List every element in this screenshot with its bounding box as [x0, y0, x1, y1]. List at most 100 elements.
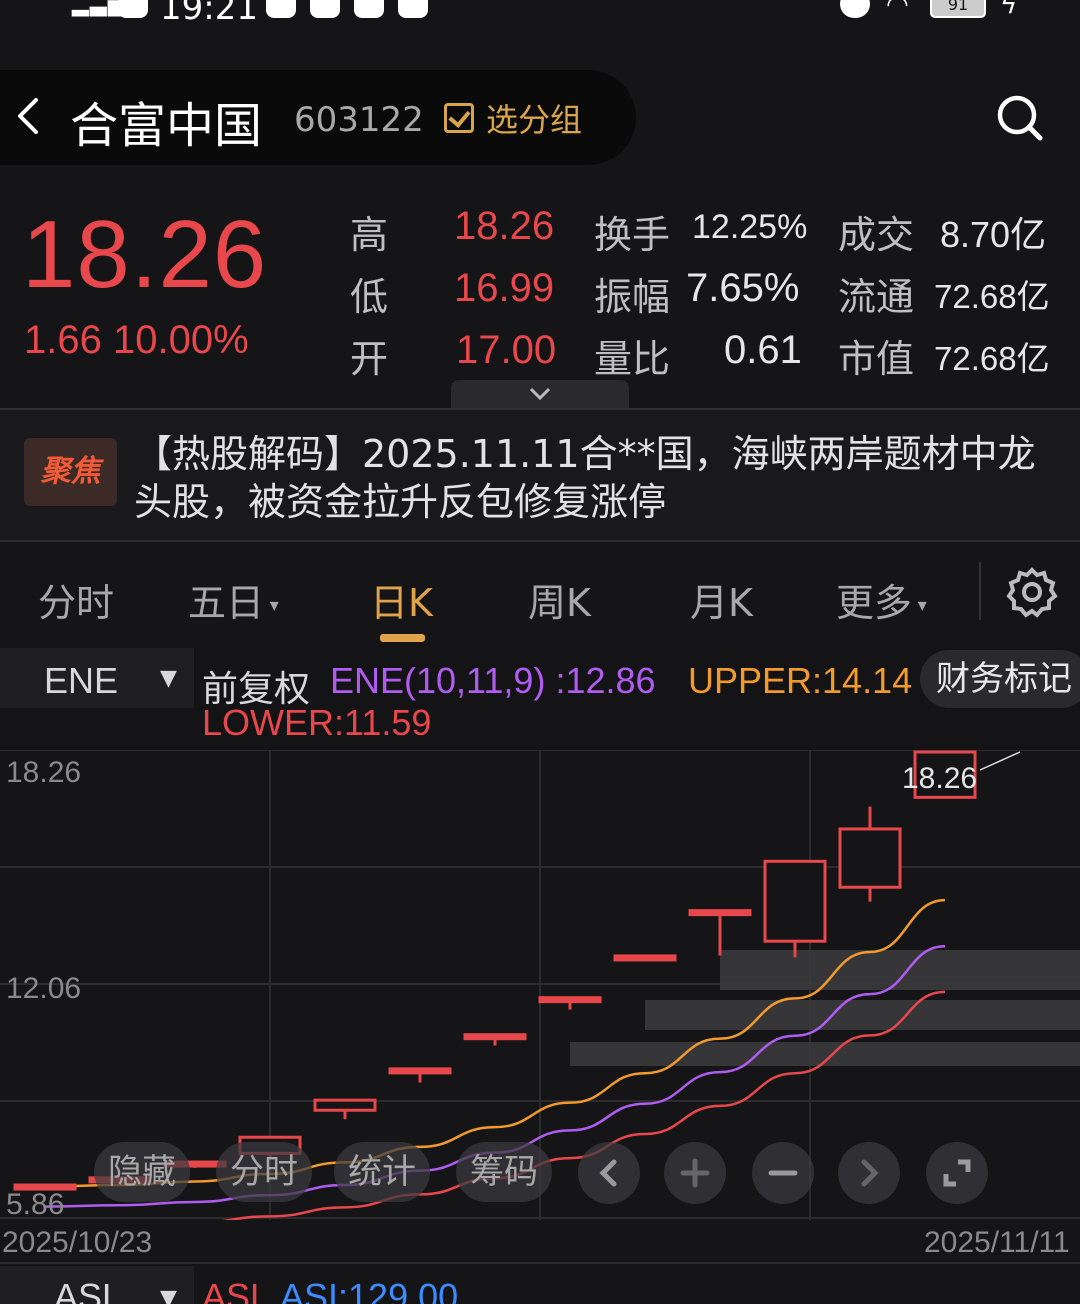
battery-icon: 91: [930, 0, 986, 18]
tab-more[interactable]: 更多 ▾: [836, 572, 927, 627]
x-label-start: 2025/10/23: [2, 1226, 153, 1259]
app-notification-icon: [118, 0, 148, 18]
upper-value: UPPER:14.14: [688, 660, 913, 701]
low-label: 低: [350, 275, 389, 319]
tab-weekly-k[interactable]: 周K: [528, 572, 591, 627]
chips-button[interactable]: 筹码: [456, 1142, 552, 1202]
wifi-icon: ◠: [886, 0, 909, 20]
candle-body: [538, 996, 602, 1004]
chat-notification-icon: [310, 0, 340, 18]
tab-intraday[interactable]: 分时: [38, 572, 114, 627]
y-tick-mid: 12.06: [6, 972, 82, 1005]
dropdown-arrow-icon: ▾: [264, 595, 279, 616]
tab-daily-k[interactable]: 日K: [370, 572, 433, 627]
candle-body: [838, 827, 902, 889]
alarm-icon: [840, 0, 870, 18]
volume-value: 8.70亿: [940, 214, 1047, 255]
divider: [0, 1262, 1080, 1264]
ene-value: ENE(10,11,9) :12.86: [330, 660, 656, 701]
volume-profile-bar: [645, 1000, 1080, 1030]
stock-name: 合富中国: [70, 98, 263, 154]
current-price: 18.26: [22, 201, 268, 308]
chevron-left-icon: [599, 1159, 617, 1187]
focus-badge: 聚焦: [24, 438, 117, 506]
high-price-label: 18.26: [902, 762, 978, 795]
y-tick-max: 18.26: [6, 756, 82, 789]
dropdown-arrow-icon: ▼: [160, 1286, 177, 1304]
asi-value: ASI:129.00: [280, 1276, 459, 1304]
active-tab-indicator: [380, 634, 425, 642]
tab-five-day[interactable]: 五日 ▾: [188, 572, 279, 627]
plus-icon: [680, 1158, 710, 1188]
charging-icon: ϟ: [1000, 0, 1018, 20]
fullscreen-button[interactable]: [926, 1142, 988, 1204]
stock-header: 合富中国 603122 选分组: [0, 70, 636, 165]
dropdown-arrow-icon: ▼: [160, 666, 177, 691]
float-label: 流通: [838, 275, 915, 319]
volume-ratio-label: 量比: [594, 337, 671, 381]
back-arrow-icon[interactable]: [14, 96, 40, 136]
candle-body: [613, 954, 677, 962]
price-change: 1.66 10.00%: [24, 318, 249, 362]
divider: [0, 540, 1080, 542]
search-notification-icon: [398, 0, 428, 18]
tab-more-label: 更多: [836, 581, 913, 625]
finance-mark-button[interactable]: 财务标记: [920, 650, 1080, 708]
avatar-notification-icon: [354, 0, 384, 18]
divider: [979, 562, 981, 620]
high-value: 18.26: [454, 204, 555, 248]
zoom-out-button[interactable]: [752, 1142, 814, 1204]
sub-indicator-select[interactable]: ASL ▼: [0, 1266, 194, 1304]
news-headline[interactable]: 【热股解码】2025.11.11合**国，海峡两岸题材中龙头股，被资金拉升反包修…: [134, 430, 1064, 526]
stock-code: 603122: [294, 100, 424, 140]
open-label: 开: [350, 337, 389, 381]
status-time: 19:21: [160, 0, 258, 28]
candle-body: [463, 1033, 527, 1041]
asl-label: ASL: [202, 1276, 271, 1304]
lower-value: LOWER:11.59: [202, 702, 432, 743]
search-icon[interactable]: [996, 94, 1044, 142]
fullscreen-icon: [943, 1159, 971, 1187]
turnover-value: 12.25%: [692, 208, 808, 246]
candle-body: [763, 859, 827, 943]
candle-body: [688, 909, 752, 917]
dropdown-arrow-icon: ▾: [912, 595, 927, 616]
volume-label: 成交: [838, 213, 915, 257]
minus-icon: [768, 1170, 798, 1176]
amplitude-label: 振幅: [594, 275, 671, 319]
status-bar: ▂▃▅▇ 19:21 ◠ 91 ϟ: [0, 0, 1080, 40]
high-label: 高: [350, 213, 389, 257]
select-group-button[interactable]: 选分组: [444, 98, 583, 139]
open-value: 17.00: [456, 328, 557, 372]
x-label-end: 2025/11/11: [924, 1226, 1070, 1259]
tab-five-day-label: 五日: [188, 581, 265, 625]
high-marker-line: [979, 751, 1021, 771]
indicator-select-label: ENE: [44, 660, 119, 701]
expand-quote-button[interactable]: [451, 380, 629, 410]
chevron-down-icon: [529, 387, 551, 401]
low-value: 16.99: [454, 266, 555, 310]
select-group-label: 选分组: [486, 101, 583, 139]
checkbox-icon: [444, 103, 474, 133]
market-cap-value: 72.68亿: [934, 340, 1050, 377]
candle-body: [388, 1067, 452, 1075]
chat-notification-icon: [266, 0, 296, 18]
hide-button[interactable]: 隐藏: [94, 1142, 190, 1202]
candle-body: [313, 1098, 377, 1112]
market-cap-label: 市值: [838, 337, 915, 381]
stats-button[interactable]: 统计: [334, 1142, 430, 1202]
tab-monthly-k[interactable]: 月K: [690, 572, 753, 627]
float-value: 72.68亿: [934, 278, 1050, 315]
chevron-right-icon: [861, 1159, 879, 1187]
gear-icon[interactable]: [1006, 566, 1058, 618]
scroll-right-button[interactable]: [838, 1142, 900, 1204]
intraday-button[interactable]: 分时: [216, 1142, 312, 1202]
scroll-left-button[interactable]: [578, 1142, 640, 1204]
volume-profile-bars: [570, 950, 1080, 1066]
volume-profile-bar: [720, 950, 1080, 990]
zoom-in-button[interactable]: [664, 1142, 726, 1204]
turnover-label: 换手: [594, 213, 671, 257]
sub-indicator-label: ASL: [54, 1276, 123, 1304]
volume-ratio-value: 0.61: [724, 328, 802, 372]
indicator-select[interactable]: ENE ▼: [0, 648, 194, 708]
